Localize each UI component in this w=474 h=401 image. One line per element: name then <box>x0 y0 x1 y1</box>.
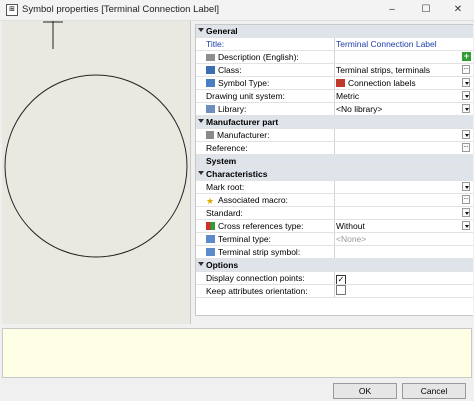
manufacturer-dropdown[interactable] <box>462 130 470 139</box>
category-options[interactable]: Options <box>196 259 473 272</box>
symbol-window-icon: ⊞ <box>6 4 18 16</box>
symbol-circle <box>4 74 188 258</box>
symbol-preview <box>2 21 191 324</box>
description-label: Description (English): <box>218 52 299 62</box>
row-library[interactable]: Library: <No library> <box>196 103 473 116</box>
reference-value[interactable] <box>335 142 461 154</box>
row-cross-references[interactable]: Cross references type: Without <box>196 220 473 233</box>
maximize-button[interactable]: ☐ <box>410 0 442 20</box>
category-characteristics[interactable]: Characteristics <box>196 168 473 181</box>
wrench-icon <box>206 131 214 139</box>
row-associated-macro[interactable]: ★ Associated macro: ... <box>196 194 473 207</box>
mark-root-label: Mark root: <box>206 181 335 193</box>
terminal-strip-symbol-value[interactable] <box>335 246 461 258</box>
category-label: System <box>206 156 237 166</box>
mark-root-value[interactable] <box>335 181 461 193</box>
category-system[interactable]: System <box>196 155 473 168</box>
cross-reference-icon <box>206 222 215 230</box>
row-terminal-strip-symbol[interactable]: Terminal strip symbol: <box>196 246 473 259</box>
display-connection-points-checkbox[interactable]: ✓ <box>336 275 346 284</box>
row-keep-attributes-orientation[interactable]: Keep attributes orientation: <box>196 285 473 298</box>
cancel-button[interactable]: Cancel <box>402 383 466 399</box>
library-label: Library: <box>218 104 247 114</box>
connection-label-icon <box>336 79 345 87</box>
library-value[interactable]: <No library> <box>335 103 461 115</box>
property-description-panel <box>2 328 472 378</box>
row-symbol-type[interactable]: Symbol Type: Connection labels <box>196 77 473 90</box>
class-browse-button[interactable]: ... <box>462 65 470 74</box>
cross-references-dropdown[interactable] <box>462 221 470 230</box>
category-label: General <box>206 26 238 36</box>
reference-browse-button[interactable]: ... <box>462 143 470 152</box>
symbol-type-dropdown[interactable] <box>462 78 470 87</box>
minimize-button[interactable]: – <box>376 0 408 20</box>
drawing-unit-value[interactable]: Metric <box>335 90 461 102</box>
symbol-drawing <box>4 21 188 258</box>
display-connection-points-label: Display connection points: <box>206 272 335 284</box>
standard-label: Standard: <box>206 207 335 219</box>
collapse-icon[interactable] <box>198 28 204 32</box>
row-description[interactable]: Description (English): + <box>196 51 473 64</box>
mark-root-dropdown[interactable] <box>462 182 470 191</box>
standard-value[interactable] <box>335 207 461 219</box>
terminal-type-value[interactable]: <None> <box>335 233 461 245</box>
title-label: Title: <box>206 38 335 50</box>
drawing-unit-label: Drawing unit system: <box>206 90 335 102</box>
class-label: Class: <box>218 65 242 75</box>
row-standard[interactable]: Standard: <box>196 207 473 220</box>
title-bar: ⊞ Symbol properties [Terminal Connection… <box>0 0 474 21</box>
terminal-strip-icon <box>206 248 215 256</box>
associated-macro-value[interactable] <box>335 194 461 206</box>
close-button[interactable]: ✕ <box>442 0 474 20</box>
collapse-icon[interactable] <box>198 262 204 266</box>
ok-button[interactable]: OK <box>333 383 397 399</box>
add-translation-button[interactable]: + <box>462 52 471 61</box>
row-display-connection-points[interactable]: Display connection points: ✓ <box>196 272 473 285</box>
category-general[interactable]: General <box>196 25 473 38</box>
description-value[interactable] <box>335 51 461 63</box>
reference-label: Reference: <box>206 142 335 154</box>
manufacturer-value[interactable] <box>335 129 461 141</box>
title-value[interactable]: Terminal Connection Label <box>335 38 461 50</box>
star-icon: ★ <box>206 196 215 206</box>
window-title: Symbol properties [Terminal Connection L… <box>22 4 219 15</box>
row-title[interactable]: Title: Terminal Connection Label <box>196 38 473 51</box>
row-class[interactable]: Class: Terminal strips, terminals ... <box>196 64 473 77</box>
collapse-icon[interactable] <box>198 119 204 123</box>
library-dropdown[interactable] <box>462 104 470 113</box>
property-grid: General Title: Terminal Connection Label… <box>195 24 473 316</box>
terminal-type-label: Terminal type: <box>218 234 271 244</box>
symbol-type-icon <box>206 79 215 87</box>
library-icon <box>206 105 215 113</box>
symbol-type-label: Symbol Type: <box>218 78 270 88</box>
keep-attributes-orientation-checkbox[interactable] <box>336 285 346 295</box>
row-drawing-unit[interactable]: Drawing unit system: Metric <box>196 90 473 103</box>
text-icon <box>206 54 215 61</box>
symbol-type-value: Connection labels <box>348 78 416 88</box>
row-manufacturer[interactable]: Manufacturer: <box>196 129 473 142</box>
row-terminal-type[interactable]: Terminal type: <None> <box>196 233 473 246</box>
row-mark-root[interactable]: Mark root: <box>196 181 473 194</box>
row-reference[interactable]: Reference: ... <box>196 142 473 155</box>
drawing-unit-dropdown[interactable] <box>462 91 470 100</box>
cross-references-value[interactable]: Without <box>335 220 461 232</box>
class-icon <box>206 66 215 74</box>
category-manufacturer-part[interactable]: Manufacturer part <box>196 116 473 129</box>
cross-references-label: Cross references type: <box>218 221 304 231</box>
terminal-icon <box>206 235 215 243</box>
category-label: Characteristics <box>206 169 268 179</box>
class-value[interactable]: Terminal strips, terminals <box>335 64 461 76</box>
manufacturer-label: Manufacturer: <box>217 130 270 140</box>
category-label: Manufacturer part <box>206 117 279 127</box>
associated-macro-browse-button[interactable]: ... <box>462 195 470 204</box>
standard-dropdown[interactable] <box>462 208 470 217</box>
associated-macro-label: Associated macro: <box>218 195 288 205</box>
collapse-icon[interactable] <box>198 171 204 175</box>
terminal-strip-symbol-label: Terminal strip symbol: <box>218 247 301 257</box>
keep-attributes-orientation-label: Keep attributes orientation: <box>206 285 335 297</box>
category-label: Options <box>206 260 239 270</box>
